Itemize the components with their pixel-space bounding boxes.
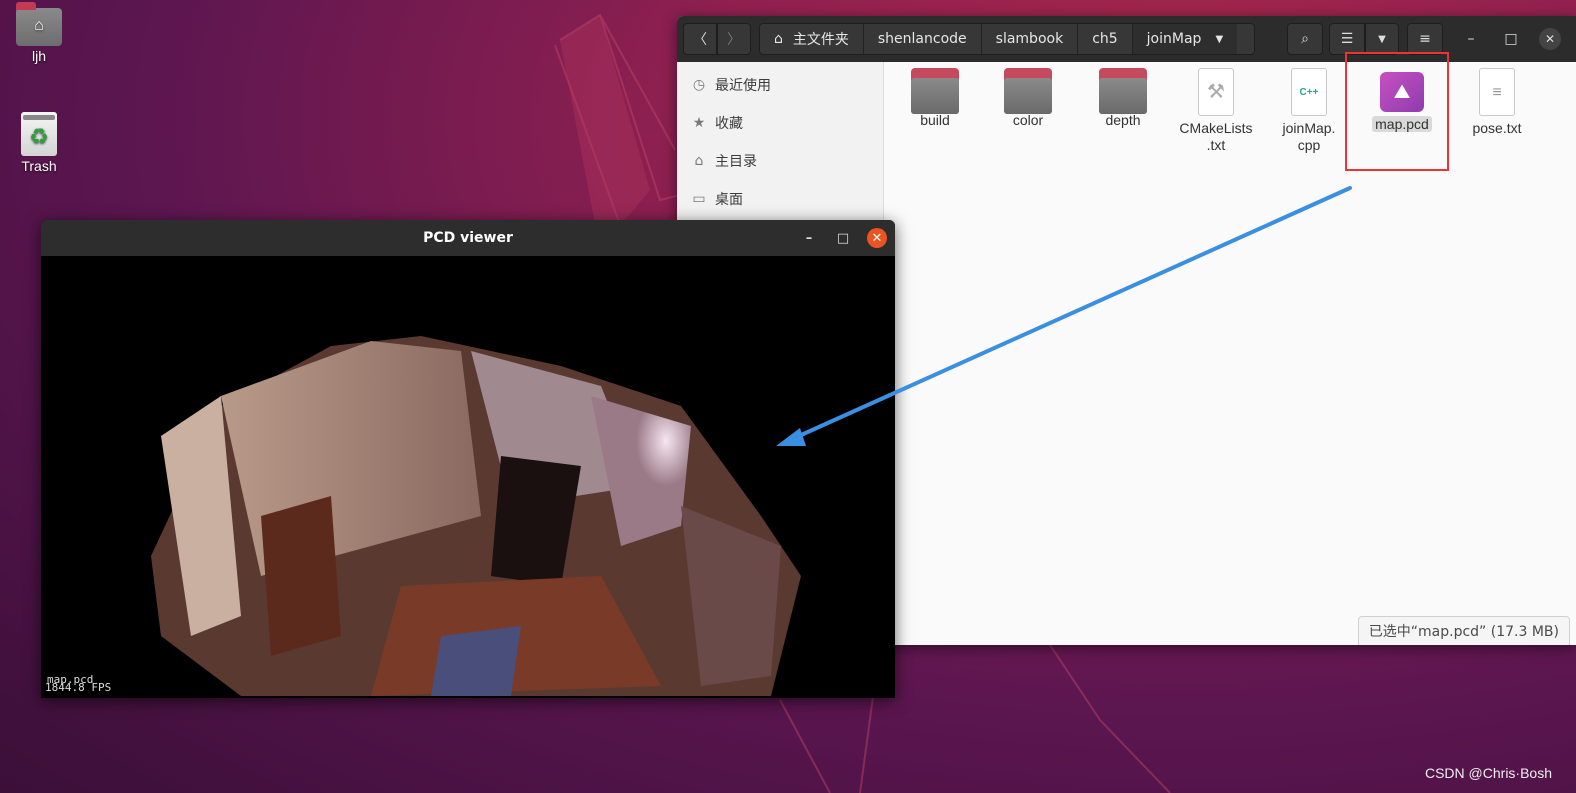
chevron-left-icon: 〈: [693, 32, 707, 48]
minimize-icon: –: [805, 230, 813, 246]
hamburger-icon: ≡: [1419, 31, 1431, 47]
clock-icon: ◷: [692, 77, 706, 93]
home-icon: ⌂: [774, 31, 783, 47]
chevron-down-icon: ▼: [1215, 33, 1224, 45]
list-icon: ☰: [1340, 31, 1354, 47]
breadcrumb-current[interactable]: joinMap ▼: [1132, 24, 1238, 54]
fps-overlay: map.pcd 1844.8 FPS: [45, 673, 112, 694]
pcd-viewer-titlebar[interactable]: PCD viewer – □ ✕: [41, 220, 895, 256]
search-icon: ⌕: [1301, 31, 1309, 47]
pcd-viewer-window: PCD viewer – □ ✕ map.pcd 1844.8 FPS: [41, 220, 895, 698]
file-grid: build color depth ⚒ CMakeLists .txt C++ …: [884, 62, 1576, 645]
list-view-button[interactable]: ☰: [1329, 23, 1365, 55]
chevron-down-icon: ▼: [1378, 33, 1386, 45]
file-label: pose.txt: [1472, 120, 1522, 136]
home-folder-icon: ⌂: [16, 2, 62, 46]
minimize-button[interactable]: –: [1459, 23, 1483, 55]
file-item-cmakelists[interactable]: ⚒ CMakeLists .txt: [1171, 68, 1261, 154]
view-options-button[interactable]: ▼: [1365, 23, 1399, 55]
highlight-box: [1345, 52, 1449, 171]
breadcrumb-item[interactable]: slambook: [982, 24, 1079, 54]
sidebar-item-desktop[interactable]: ▭ 桌面: [677, 180, 883, 218]
star-icon: ★: [692, 115, 706, 131]
file-item-color[interactable]: color: [983, 68, 1073, 129]
maximize-icon: □: [836, 230, 850, 246]
desktop-icon: ▭: [692, 191, 706, 207]
folder-icon: [1099, 68, 1147, 114]
home-icon: ⌂: [694, 153, 704, 169]
file-label: CMakeLists .txt: [1179, 120, 1253, 153]
file-item-build[interactable]: build: [890, 68, 980, 129]
close-icon: ✕: [1544, 32, 1556, 46]
trash-icon: ♻: [21, 112, 57, 156]
text-file-icon: ≡: [1479, 68, 1515, 116]
file-label: depth: [1105, 112, 1141, 128]
desktop-icon-home[interactable]: ⌂ ljh: [4, 2, 74, 64]
sidebar-item-recent[interactable]: ◷ 最近使用: [677, 66, 883, 104]
sidebar-item-starred[interactable]: ★ 收藏: [677, 104, 883, 142]
file-label: joinMap. cpp: [1282, 120, 1336, 153]
breadcrumb-item[interactable]: shenlancode: [864, 24, 982, 54]
window-title: PCD viewer: [423, 230, 513, 246]
cpp-file-icon: C++: [1291, 68, 1327, 116]
maximize-button[interactable]: □: [1499, 23, 1523, 55]
watermark: CSDN @Chris·Bosh: [1424, 765, 1552, 781]
maximize-button[interactable]: □: [833, 228, 853, 248]
breadcrumb-item[interactable]: ch5: [1078, 24, 1133, 54]
breadcrumb-home[interactable]: ⌂ 主文件夹: [760, 24, 864, 54]
file-item-pose-txt[interactable]: ≡ pose.txt: [1452, 68, 1542, 137]
desktop-icon-trash[interactable]: ♻ Trash: [4, 112, 74, 174]
file-item-joinmap-cpp[interactable]: C++ joinMap. cpp: [1264, 68, 1354, 154]
menu-button[interactable]: ≡: [1407, 23, 1443, 55]
maximize-icon: □: [1504, 31, 1518, 47]
file-item-depth[interactable]: depth: [1078, 68, 1168, 129]
search-button[interactable]: ⌕: [1287, 23, 1323, 55]
close-button[interactable]: ✕: [1539, 28, 1561, 50]
chevron-right-icon: 〉: [727, 32, 741, 48]
folder-icon: [911, 68, 959, 114]
sidebar-item-home[interactable]: ⌂ 主目录: [677, 142, 883, 180]
minimize-button[interactable]: –: [799, 228, 819, 248]
close-icon: ✕: [871, 230, 883, 246]
close-button[interactable]: ✕: [867, 228, 887, 248]
minimize-icon: –: [1467, 31, 1475, 47]
desktop-icon-label: ljh: [31, 48, 46, 64]
selection-status: 已选中“map.pcd” (17.3 MB): [1357, 616, 1570, 645]
file-label: color: [1012, 112, 1044, 128]
desktop-icon-label: Trash: [21, 158, 57, 174]
back-button[interactable]: 〈: [683, 23, 717, 55]
forward-button[interactable]: 〉: [717, 23, 751, 55]
hammer-icon: ⚒: [1198, 68, 1234, 116]
file-label: build: [920, 112, 950, 128]
point-cloud-view[interactable]: [41, 256, 895, 698]
folder-icon: [1004, 68, 1052, 114]
breadcrumb: ⌂ 主文件夹 shenlancode slambook ch5 joinMap ▼: [759, 23, 1255, 55]
